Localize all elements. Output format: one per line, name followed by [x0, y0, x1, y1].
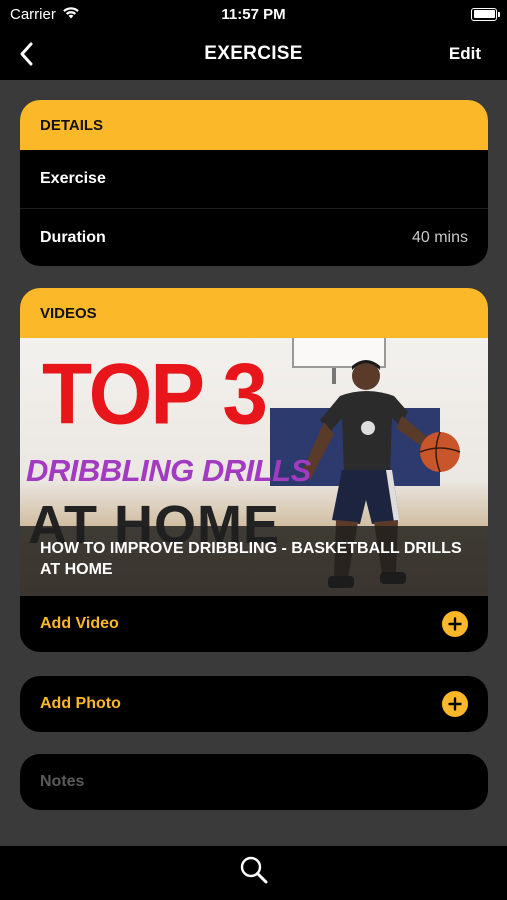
back-button[interactable] [14, 40, 38, 68]
add-video-row[interactable]: Add Video [20, 596, 488, 652]
carrier-label: Carrier [10, 5, 56, 23]
videos-header: VIDEOS [20, 288, 488, 338]
add-photo-label: Add Photo [40, 695, 121, 712]
wifi-icon [62, 6, 80, 23]
status-left: Carrier [10, 6, 80, 23]
notes-placeholder: Notes [40, 773, 85, 790]
edit-button[interactable]: Edit [449, 44, 481, 64]
details-header: DETAILS [20, 100, 488, 150]
video-thumbnail[interactable]: TOP 3 DRIBBLING DRILLS AT HOME HOW TO IM… [20, 338, 488, 596]
duration-value: 40 mins [411, 228, 468, 246]
nav-bar: EXERCISE Edit [0, 28, 507, 80]
duration-row[interactable]: Duration 40 mins [20, 208, 488, 266]
add-photo-plus-icon[interactable] [442, 691, 468, 717]
battery-icon [471, 7, 500, 21]
chevron-left-icon [20, 42, 33, 66]
videos-card: VIDEOS TOP 3 DRIBBLING DRILLS AT HOME HO… [20, 288, 488, 652]
add-video-label: Add Video [40, 615, 119, 632]
duration-label: Duration [40, 228, 106, 246]
add-photo-card[interactable]: Add Photo [20, 676, 488, 732]
add-photo-row[interactable]: Add Photo [20, 676, 488, 732]
thumbnail-headline: TOP 3 [42, 346, 268, 443]
tab-bar [0, 846, 507, 900]
details-card: DETAILS Exercise Duration 40 mins [20, 100, 488, 266]
status-bar: Carrier 11:57 PM [0, 0, 507, 28]
notes-field[interactable]: Notes [20, 754, 488, 810]
video-title: HOW TO IMPROVE DRIBBLING - BASKETBALL DR… [20, 526, 488, 596]
exercise-label: Exercise [40, 170, 106, 187]
page-title: EXERCISE [204, 43, 303, 64]
search-icon[interactable] [239, 855, 269, 890]
exercise-row[interactable]: Exercise [20, 150, 488, 208]
thumbnail-subheadline: DRIBBLING DRILLS [26, 453, 311, 488]
add-video-plus-icon[interactable] [442, 611, 468, 637]
